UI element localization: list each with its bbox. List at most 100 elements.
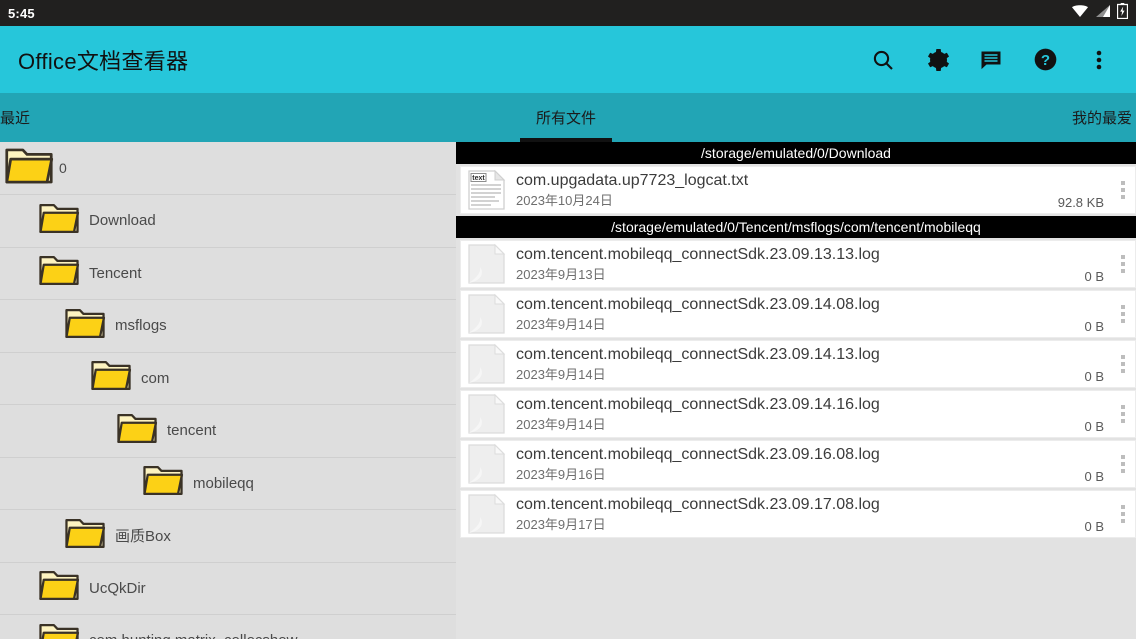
folder-tree-sidebar[interactable]: 0 Download Tencent msflogs com tencent mobileq… [0,142,456,639]
tree-item-label: Tencent [89,264,142,282]
tree-item-mobileqq[interactable]: mobileqq [0,458,456,510]
tree-item-ucqkdir[interactable]: UcQkDir [0,563,456,615]
row-overflow-menu-icon[interactable] [1114,505,1136,523]
text-file-icon: text [464,169,510,211]
tree-item-tencent[interactable]: Tencent [0,248,456,300]
tree-item-download[interactable]: Download [0,195,456,248]
file-row[interactable]: com.tencent.mobileqq_connectSdk.23.09.17… [460,490,1136,538]
file-row[interactable]: com.tencent.mobileqq_connectSdk.23.09.14… [460,290,1136,338]
tree-item-tencent[interactable]: tencent [0,405,456,458]
tree-item-0[interactable]: 0 [0,142,456,195]
gear-icon[interactable] [924,47,950,73]
app-bar-actions: ? [870,47,1118,73]
folder-icon [38,568,80,608]
tab-favorites[interactable]: 我的最爱 [755,93,1136,142]
file-row[interactable]: com.tencent.mobileqq_connectSdk.23.09.13… [460,240,1136,288]
file-name: com.tencent.mobileqq_connectSdk.23.09.14… [516,345,880,363]
file-info: com.tencent.mobileqq_connectSdk.23.09.14… [510,295,1084,334]
help-icon[interactable]: ? [1032,47,1058,73]
file-size: 0 B [1084,269,1104,284]
overflow-menu-icon[interactable] [1086,47,1112,73]
file-size: 0 B [1084,469,1104,484]
message-icon[interactable] [978,47,1004,73]
generic-file-icon [464,343,510,385]
row-overflow-menu-icon[interactable] [1114,255,1136,273]
tree-item-label: UcQkDir [89,579,146,597]
file-name: com.tencent.mobileqq_connectSdk.23.09.16… [516,445,880,463]
path-header: /storage/emulated/0/Tencent/msflogs/com/… [456,216,1136,238]
tree-item-com[interactable]: com [0,353,456,405]
file-date: 2023年10月24日 [516,192,613,208]
tree-item-msflogs[interactable]: msflogs [0,300,456,353]
file-date: 2023年9月14日 [516,316,606,332]
folder-icon [142,463,184,503]
folder-icon [4,145,54,192]
app-bar: Office文档查看器 ? [0,26,1136,93]
tab-all-files[interactable]: 所有文件 [377,93,754,142]
folder-icon [38,621,80,639]
folder-icon [90,358,132,398]
file-info: com.upgadata.up7723_logcat.txt 2023年10月24… [510,171,1058,210]
file-name: com.tencent.mobileqq_connectSdk.23.09.13… [516,245,880,263]
tab-recent[interactable]: 最近 [0,93,377,142]
tree-item-label: tencent [167,422,217,440]
file-size: 0 B [1084,419,1104,434]
file-info: com.tencent.mobileqq_connectSdk.23.09.14… [510,395,1084,434]
file-info: com.tencent.mobileqq_connectSdk.23.09.13… [510,245,1084,284]
folder-icon [64,306,106,346]
folder-icon [116,411,158,451]
tree-item-label: com.hunting.matrix_collocshow [89,632,297,639]
row-overflow-menu-icon[interactable] [1114,455,1136,473]
file-name: com.upgadata.up7723_logcat.txt [516,171,749,189]
tree-item-label: Download [89,212,156,230]
status-clock: 5:45 [8,5,35,21]
path-header-text: /storage/emulated/0/Download [701,145,891,161]
file-size: 0 B [1084,519,1104,534]
row-overflow-menu-icon[interactable] [1114,405,1136,423]
file-row[interactable]: text com.upgadata.up7723_logcat.txt 2023年1… [460,166,1136,214]
file-size: 0 B [1084,319,1104,334]
row-overflow-menu-icon[interactable] [1114,181,1136,199]
file-name: com.tencent.mobileqq_connectSdk.23.09.14… [516,295,880,313]
tree-item-label: com [141,369,170,387]
generic-file-icon [464,443,510,485]
tab-bar: 最近 所有文件 我的最爱 [0,93,1136,142]
folder-icon [38,253,80,293]
file-date: 2023年9月17日 [516,516,606,532]
file-date: 2023年9月16日 [516,466,606,482]
file-manager-screen: 5:45 Office文档查看器 ? 最近 所有文件 我的最爱 0 Downlo… [0,0,1136,639]
wifi-icon [1071,4,1089,23]
tab-all-files-label: 所有文件 [535,110,596,127]
status-icons [1071,2,1129,24]
cellular-signal-icon [1095,4,1111,23]
generic-file-icon [464,493,510,535]
file-name: com.tencent.mobileqq_connectSdk.23.09.17… [516,495,880,513]
tree-item-label: mobileqq [193,474,254,492]
path-header-text: /storage/emulated/0/Tencent/msflogs/com/… [611,219,981,235]
tree-item-label: msflogs [115,317,167,335]
file-date: 2023年9月14日 [516,416,606,432]
svg-text:text: text [472,175,485,182]
tree-item-画质box[interactable]: 画质Box [0,510,456,563]
tree-item-com-hunting-matrix_collocshow[interactable]: com.hunting.matrix_collocshow [0,615,456,639]
generic-file-icon [464,293,510,335]
file-info: com.tencent.mobileqq_connectSdk.23.09.16… [510,445,1084,484]
content-area: 0 Download Tencent msflogs com tencent mobileq… [0,142,1136,639]
row-overflow-menu-icon[interactable] [1114,305,1136,323]
generic-file-icon [464,243,510,285]
file-list-panel[interactable]: /storage/emulated/0/Download text com.upga… [456,142,1136,639]
file-size: 0 B [1084,369,1104,384]
row-overflow-menu-icon[interactable] [1114,355,1136,373]
svg-text:?: ? [1040,52,1049,69]
file-row[interactable]: com.tencent.mobileqq_connectSdk.23.09.14… [460,340,1136,388]
file-row[interactable]: com.tencent.mobileqq_connectSdk.23.09.14… [460,390,1136,438]
folder-icon [64,516,106,556]
file-row[interactable]: com.tencent.mobileqq_connectSdk.23.09.16… [460,440,1136,488]
tree-item-label: 画质Box [115,528,171,546]
page-title: Office文档查看器 [18,48,189,74]
status-bar: 5:45 [0,0,1136,26]
battery-charging-icon [1116,2,1129,24]
search-icon[interactable] [870,47,896,73]
folder-icon [38,201,80,241]
file-info: com.tencent.mobileqq_connectSdk.23.09.14… [510,345,1084,384]
